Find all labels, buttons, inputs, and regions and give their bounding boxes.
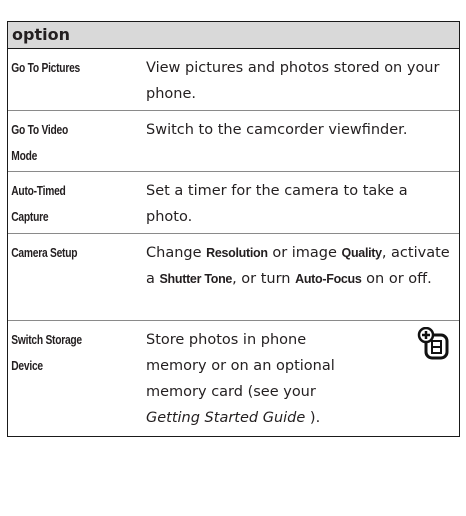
table-row: Switch Storage Device Store photos in ph… [8, 321, 459, 436]
option-name: Switch Storage Device [8, 321, 121, 436]
desc-text: on or off. [361, 271, 432, 287]
table-row: Auto-Timed Capture Set a timer for the c… [8, 172, 459, 234]
desc-line: memory card (see your [146, 384, 316, 400]
table-row: Go To Video Mode Switch to the camcorder… [8, 111, 459, 172]
option-name-line: Auto-Timed [11, 184, 66, 198]
option-name-line: Mode [11, 149, 38, 163]
keyword-auto-focus: Auto-Focus [295, 272, 362, 286]
table-row: Go To Pictures View pictures and photos … [8, 49, 459, 111]
desc-line-last: Getting Started Guide ). [146, 405, 451, 431]
keyword-quality: Quality [341, 246, 383, 260]
option-name-line: Device [11, 359, 43, 373]
option-name: Go To Video Mode [8, 111, 121, 171]
option-name-line: Go To Video [11, 123, 68, 137]
option-name: Camera Setup [11, 246, 78, 260]
keyword-resolution: Resolution [206, 246, 268, 260]
option-description: Store photos in phone memory or on an op… [146, 321, 459, 436]
desc-text: or image [267, 245, 342, 261]
desc-text: , or turn [232, 271, 296, 287]
options-table: option Go To Pictures View pictures and … [7, 21, 460, 437]
option-description: View pictures and photos stored on your … [146, 60, 440, 102]
desc-text: ). [305, 410, 321, 426]
keyword-shutter-tone: Shutter Tone [159, 272, 233, 286]
guide-title: Getting Started Guide [146, 410, 306, 426]
memory-card-add-icon [417, 327, 449, 360]
option-description: Switch to the camcorder viewfinder. [146, 122, 408, 138]
option-name-line: Switch Storage [11, 333, 82, 347]
table-header: option [8, 21, 459, 49]
desc-line: Store photos in phone [146, 332, 307, 348]
desc-line: memory or on an optional [146, 358, 335, 374]
option-name: Auto-Timed Capture [8, 172, 121, 233]
table-row: Camera Setup Change Resolution or image … [8, 234, 459, 321]
option-name-line: Capture [11, 210, 49, 224]
option-description: Change Resolution or image Quality, acti… [146, 234, 459, 320]
desc-text: Change [146, 245, 207, 261]
option-description: Set a timer for the camera to take a pho… [146, 183, 408, 225]
option-name: Go To Pictures [11, 61, 80, 75]
